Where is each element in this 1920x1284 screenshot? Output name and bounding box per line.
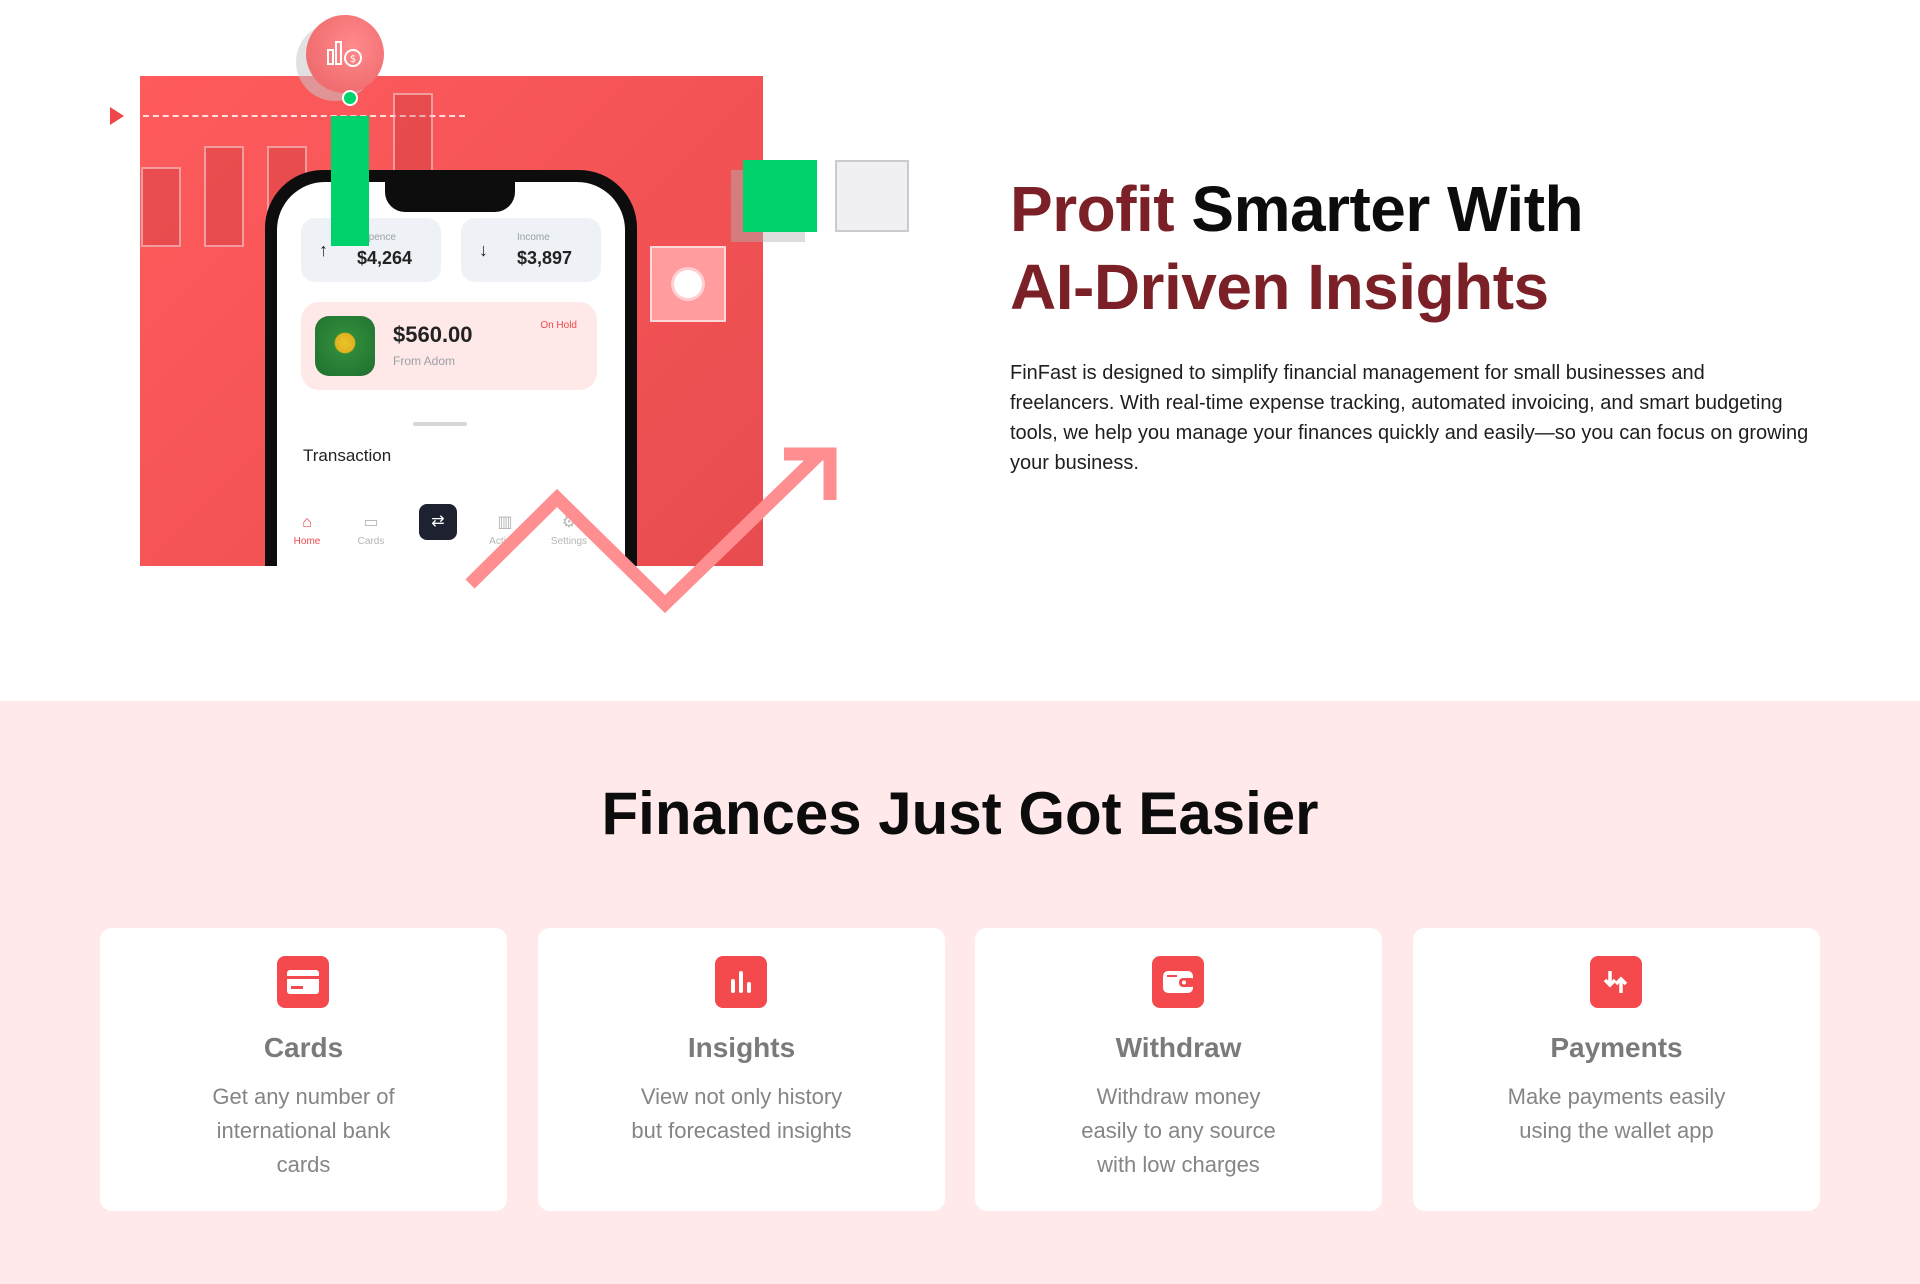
hero-copy: Profit Smarter With AI-Driven Insights F… [1010, 170, 1840, 478]
bar-chart-icon [715, 956, 767, 1008]
payment-from: From Adom [393, 354, 456, 368]
tab-cards[interactable]: ▭ Cards [341, 514, 401, 547]
hero-description: FinFast is designed to simplify financia… [1010, 362, 1809, 474]
play-marker-icon [110, 107, 124, 125]
arrow-up-icon: ↑ [319, 240, 328, 260]
expense-value: $4,264 [357, 248, 413, 268]
feature-title: Insights [687, 1032, 796, 1063]
grey-square-decor [835, 160, 909, 232]
feature-card-insights[interactable]: Insights View not only history but forec… [538, 928, 945, 1211]
payment-amount: $560.00 [393, 322, 473, 347]
feature-card-cards[interactable]: Cards Get any number of international ba… [100, 928, 507, 1211]
income-card[interactable]: ↓ Income $3,897 [461, 218, 601, 282]
hero-section: $ ↑ Expence $4,264 ↓ Income $3,897 $560.… [0, 0, 1920, 701]
trend-arrow-icon [465, 447, 837, 614]
headline-accent-line-2: AI-Driven Insights [1010, 251, 1549, 323]
expense-card[interactable]: ↑ Expence $4,264 [301, 218, 441, 282]
feature-description: View not only history but forecasted ins… [631, 1084, 852, 1143]
headline-accent: Profit [1010, 173, 1175, 245]
income-value: $3,897 [517, 248, 573, 268]
hero-illustration: $ ↑ Expence $4,264 ↓ Income $3,897 $560.… [0, 0, 960, 701]
feature-title: Payments [1550, 1032, 1683, 1063]
hero-headline: Profit Smarter With AI-Driven Insights [1010, 170, 1840, 326]
card-icon: ▭ [363, 514, 379, 531]
income-label: Income [517, 232, 550, 243]
arrow-down-icon: ↓ [479, 240, 488, 260]
payment-status-badge: On Hold [540, 320, 577, 331]
green-candle-bar [331, 116, 369, 246]
sheet-handle [413, 422, 467, 426]
tab-home[interactable]: ⌂ Home [277, 514, 337, 547]
home-icon: ⌂ [302, 514, 312, 531]
feature-title: Cards [263, 1032, 344, 1063]
green-marker-dot [342, 90, 358, 106]
feature-description: Make payments easily using the wallet ap… [1507, 1084, 1726, 1143]
green-square-decor [743, 160, 817, 232]
coin-chart-icon: $ [306, 15, 384, 93]
avatar [315, 316, 375, 376]
transfer-arrows-icon [1590, 956, 1642, 1008]
swap-action-button[interactable]: ⇄ [419, 504, 457, 540]
ghost-bar [204, 146, 244, 247]
phone-notch [385, 182, 515, 212]
feature-card-withdraw[interactable]: Withdraw Withdraw money easily to any so… [975, 928, 1382, 1211]
features-title: Finances Just Got Easier [601, 780, 1319, 847]
features-section: Finances Just Got Easier Cards Get any n… [0, 701, 1920, 1284]
wallet-icon [1152, 956, 1204, 1008]
feature-title: Withdraw [1115, 1032, 1242, 1063]
ghost-bar [141, 167, 181, 247]
svg-text:$: $ [350, 54, 356, 65]
swap-icon: ⇄ [431, 513, 445, 530]
headline-text: Smarter With [1174, 173, 1584, 245]
feature-description: Withdraw money easily to any source with… [1081, 1084, 1276, 1177]
tab-home-label: Home [293, 536, 321, 547]
credit-card-icon [277, 956, 329, 1008]
payment-card[interactable]: $560.00 From Adom On Hold [301, 302, 597, 390]
tab-cards-label: Cards [357, 536, 385, 547]
transaction-heading: Transaction [303, 446, 392, 465]
feature-description: Get any number of international bank car… [212, 1084, 395, 1177]
feature-card-payments[interactable]: Payments Make payments easily using the … [1413, 928, 1820, 1211]
target-square-decor [650, 246, 726, 322]
